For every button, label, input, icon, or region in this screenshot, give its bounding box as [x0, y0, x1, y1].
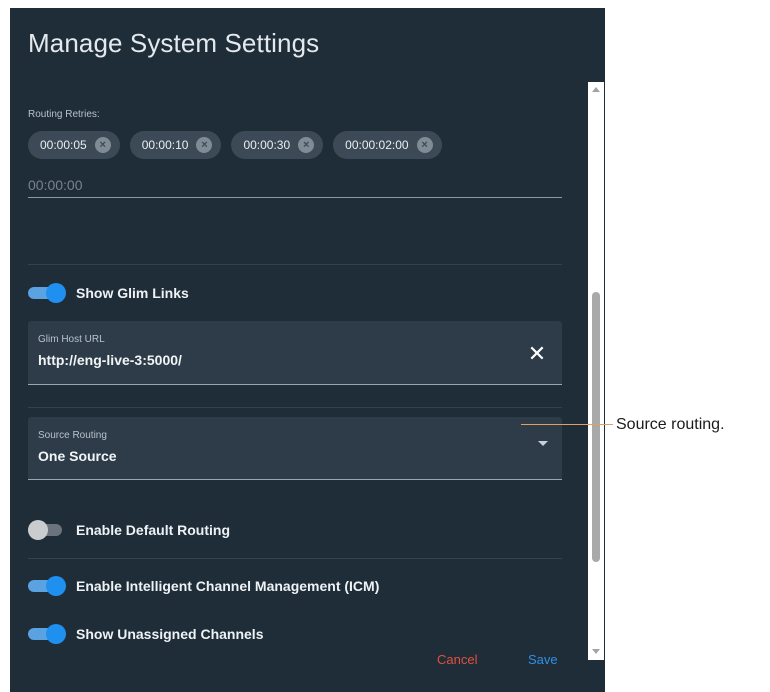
glim-host-url-value[interactable]: http://eng-live-3:5000/	[38, 352, 182, 368]
toggle-knob	[28, 520, 48, 540]
glim-host-url-label: Glim Host URL	[38, 334, 105, 345]
divider	[28, 264, 562, 265]
remove-chip-icon[interactable]: ×	[196, 137, 213, 153]
remove-chip-icon[interactable]: ×	[416, 137, 433, 153]
close-icon[interactable]: ✕	[526, 343, 548, 365]
show-unassigned-channels-row[interactable]: Show Unassigned Channels	[28, 623, 263, 645]
routing-retries-chips: 00:00:05 × 00:00:10 × 00:00:30 × 00:00:0…	[28, 131, 442, 159]
annotation-leader-line	[521, 424, 613, 425]
remove-chip-icon[interactable]: ×	[94, 137, 111, 153]
retry-chip[interactable]: 00:00:10 ×	[129, 131, 222, 159]
scroll-down-arrow-icon[interactable]	[592, 649, 600, 654]
retry-chip-label: 00:00:05	[40, 138, 87, 152]
scrollbar[interactable]	[588, 82, 604, 660]
divider	[28, 558, 562, 559]
enable-default-routing-toggle[interactable]	[28, 519, 66, 541]
show-glim-links-label: Show Glim Links	[76, 285, 189, 301]
retry-chip-label: 00:00:02:00	[345, 138, 409, 152]
show-glim-links-toggle[interactable]	[28, 282, 66, 304]
retry-chip[interactable]: 00:00:02:00 ×	[333, 131, 442, 159]
show-glim-links-row[interactable]: Show Glim Links	[28, 282, 189, 304]
annotation-label: Source routing.	[616, 416, 725, 433]
toggle-knob	[46, 624, 66, 644]
retry-chip-label: 00:00:10	[141, 138, 189, 152]
retry-chip[interactable]: 00:00:05 ×	[28, 131, 120, 159]
toggle-knob	[46, 283, 66, 303]
caret-down-icon[interactable]	[538, 441, 548, 446]
settings-dialog: Manage System Settings Routing Retries: …	[10, 8, 605, 692]
enable-default-routing-row[interactable]: Enable Default Routing	[28, 519, 230, 541]
save-button[interactable]: Save	[528, 652, 558, 667]
source-routing-select[interactable]: Source Routing One Source	[28, 417, 562, 480]
scrollbar-thumb[interactable]	[592, 292, 600, 562]
cancel-button[interactable]: Cancel	[437, 652, 477, 667]
divider	[28, 407, 562, 408]
glim-host-url-field[interactable]: Glim Host URL http://eng-live-3:5000/ ✕	[28, 321, 562, 385]
retry-chip[interactable]: 00:00:30 ×	[231, 131, 324, 159]
scroll-up-arrow-icon[interactable]	[592, 87, 600, 92]
remove-chip-icon[interactable]: ×	[298, 137, 315, 153]
toggle-knob	[46, 576, 66, 596]
enable-default-routing-label: Enable Default Routing	[76, 522, 230, 538]
enable-icm-label: Enable Intelligent Channel Management (I…	[76, 578, 380, 594]
show-unassigned-channels-label: Show Unassigned Channels	[76, 626, 264, 642]
settings-content: Routing Retries: 00:00:05 × 00:00:10 × 0…	[10, 8, 590, 692]
enable-icm-toggle[interactable]	[28, 575, 66, 597]
source-routing-value: One Source	[38, 448, 117, 464]
retry-chip-label: 00:00:30	[243, 138, 291, 152]
routing-retries-label: Routing Retries:	[28, 109, 100, 120]
routing-retry-input[interactable]	[28, 173, 562, 198]
show-unassigned-channels-toggle[interactable]	[28, 623, 66, 645]
enable-icm-row[interactable]: Enable Intelligent Channel Management (I…	[28, 575, 379, 597]
source-routing-label: Source Routing	[38, 430, 107, 441]
